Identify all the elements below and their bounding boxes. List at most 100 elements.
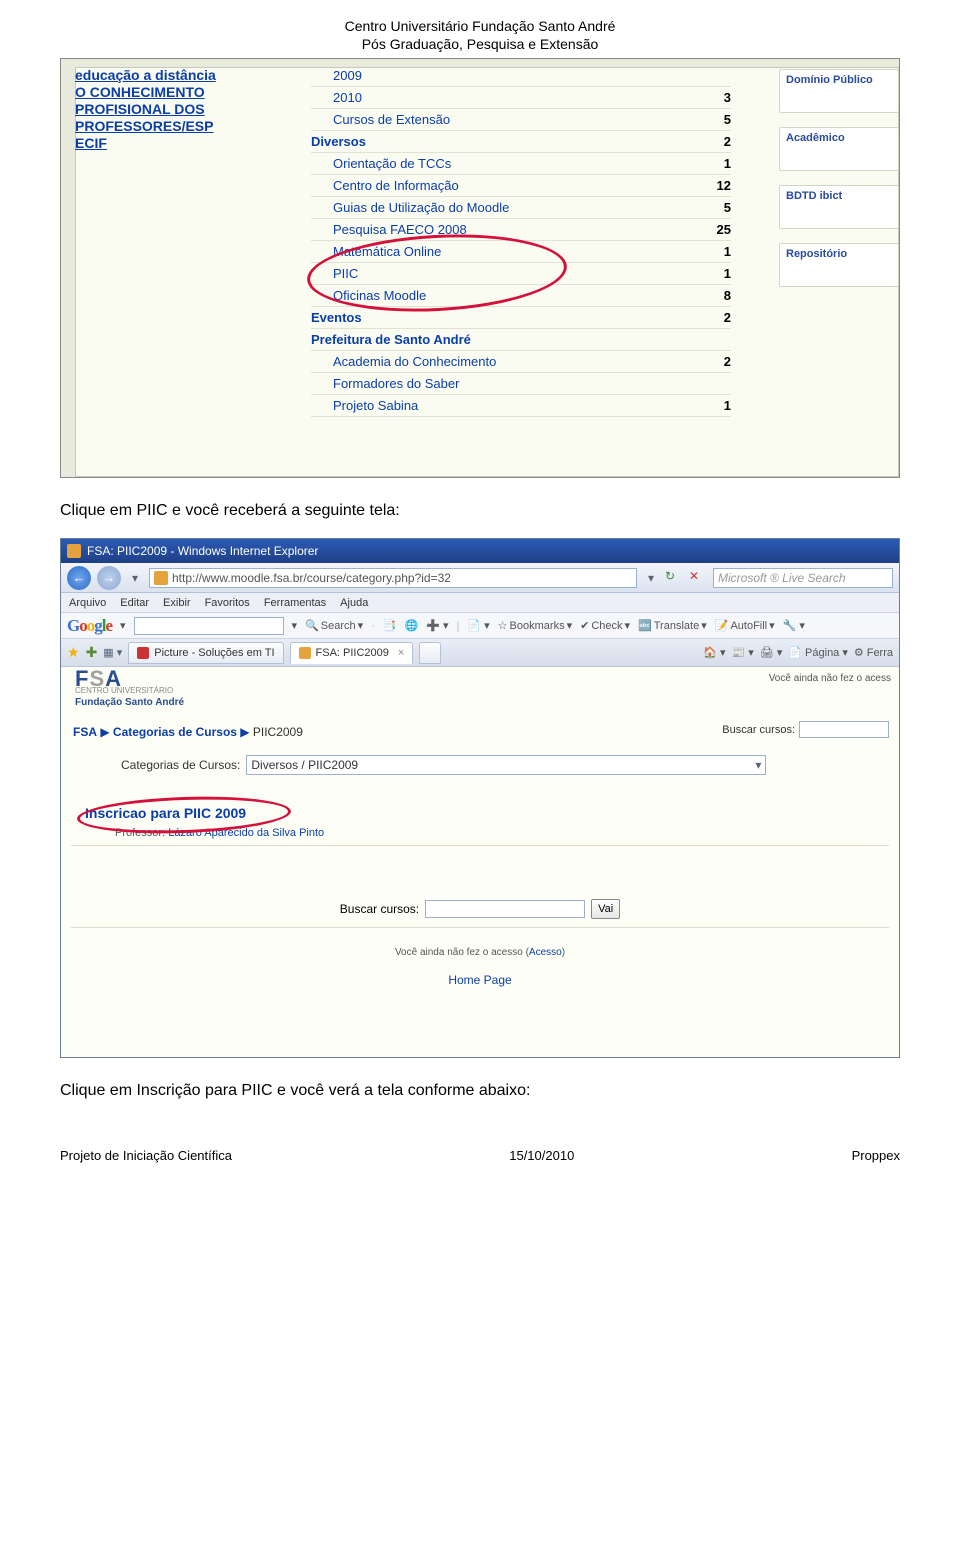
google-check-button[interactable]: ✔ Check ▾ — [580, 618, 630, 633]
category-row[interactable]: 2009 — [311, 65, 731, 87]
acesso-link[interactable]: Acesso — [529, 947, 562, 958]
category-label: 2010 — [333, 90, 362, 105]
category-row[interactable]: PIIC1 — [311, 263, 731, 285]
google-news-button[interactable]: 🌐 — [405, 618, 419, 633]
quick-tabs-icon[interactable]: ▦ ▾ — [103, 646, 122, 659]
tab1-label: Picture - Soluções em TI — [154, 647, 274, 659]
badge-repositorio[interactable]: Repositório — [779, 243, 899, 287]
buscar-label: Buscar cursos: — [722, 724, 795, 736]
favorites-star-icon[interactable]: ★ — [67, 644, 80, 661]
badge-bdtd-ibict[interactable]: BDTD ibict — [779, 185, 899, 229]
category-row[interactable]: Centro de Informação12 — [311, 175, 731, 197]
category-row[interactable]: Diversos2 — [311, 131, 731, 153]
feeds-icon[interactable]: 📰 ▾ — [732, 646, 754, 659]
stop-icon[interactable]: ✕ — [689, 569, 707, 587]
logo-sub1: CENTRO UNIVERSITÁRIO — [75, 685, 184, 697]
footer-center: 15/10/2010 — [509, 1148, 574, 1163]
print-icon[interactable]: 🖨 ▾ — [760, 646, 783, 659]
home-icon[interactable]: 🏠 ▾ — [703, 646, 725, 659]
buscar-input-mid[interactable] — [425, 900, 585, 918]
google-signin-button[interactable]: 🔧 ▾ — [783, 618, 805, 633]
window-title: FSA: PIIC2009 - Windows Internet Explore… — [87, 544, 318, 558]
menu-favoritos[interactable]: Favoritos — [205, 597, 250, 609]
tab2-favicon-icon — [299, 647, 311, 659]
tab-picture-solucoes[interactable]: Picture - Soluções em TI — [128, 642, 283, 664]
google-share-button[interactable]: 📑 — [383, 618, 397, 633]
back-button[interactable]: ← — [67, 566, 91, 590]
google-more-button[interactable]: ➕ ▾ — [426, 618, 448, 633]
gsearch-dropdown-icon[interactable]: ▾ — [292, 619, 298, 632]
google-search-input[interactable] — [134, 617, 284, 635]
category-row[interactable]: Eventos2 — [311, 307, 731, 329]
google-search-button[interactable]: 🔍 Search ▾ — [305, 618, 363, 633]
category-row[interactable]: Guias de Utilização do Moodle5 — [311, 197, 731, 219]
category-row[interactable]: Academia do Conhecimento2 — [311, 351, 731, 373]
menu-arquivo[interactable]: Arquivo — [69, 597, 106, 609]
url-dropdown-icon[interactable]: ▾ — [643, 571, 659, 585]
refresh-icon[interactable]: ↻ — [665, 569, 683, 587]
buscar-input-top[interactable] — [799, 721, 889, 738]
category-count: 12 — [697, 178, 731, 193]
menu-ajuda[interactable]: Ajuda — [340, 597, 368, 609]
category-row[interactable]: Orientação de TCCs1 — [311, 153, 731, 175]
add-favorite-icon[interactable]: ✚ — [86, 644, 98, 661]
category-row[interactable]: Formadores do Saber — [311, 373, 731, 395]
course-category-list: 200920103Cursos de Extensão5Diversos2Ori… — [311, 65, 731, 417]
crumb-categorias[interactable]: Categorias de Cursos — [113, 725, 237, 739]
menu-exibir[interactable]: Exibir — [163, 597, 191, 609]
fsa-logo-icon: FSA — [75, 673, 184, 685]
sidebar-fragment: educação a distância O CONHECIMENTO PROF… — [75, 67, 261, 152]
tab-close-icon[interactable]: × — [398, 647, 404, 659]
category-row[interactable]: Matemática Online1 — [311, 241, 731, 263]
category-row[interactable]: Prefeitura de Santo André — [311, 329, 731, 351]
forward-button[interactable]: → — [97, 566, 121, 590]
badge-dominio-publico[interactable]: Domínio Público — [779, 69, 899, 113]
professor-line: Professor: Lázaro Aparecido da Silva Pin… — [115, 827, 324, 839]
instruction-text-1: Clique em PIIC e você receberá a seguint… — [0, 478, 960, 538]
new-tab-button[interactable] — [419, 642, 441, 664]
google-sidewiki-button[interactable]: 📄 ▾ — [467, 618, 489, 633]
vai-button[interactable]: Vai — [591, 899, 620, 919]
browser-menubar: Arquivo Editar Exibir Favoritos Ferramen… — [61, 593, 899, 613]
crumb-fsa[interactable]: FSA — [73, 725, 97, 739]
professor-name-link[interactable]: Lázaro Aparecido da Silva Pinto — [168, 827, 324, 839]
google-dropdown-icon[interactable]: ▾ — [120, 619, 126, 632]
badge-academico-google[interactable]: Acadêmico — [779, 127, 899, 171]
side-l1: O CONHECIMENTO — [75, 84, 261, 101]
page-menu[interactable]: 📄 Página ▾ — [788, 646, 848, 659]
google-translate-button[interactable]: 🔤 Translate ▾ — [638, 618, 707, 633]
category-row[interactable]: Cursos de Extensão5 — [311, 109, 731, 131]
doc-header-line1: Centro Universitário Fundação Santo Andr… — [0, 18, 960, 34]
address-bar[interactable]: http://www.moodle.fsa.br/course/category… — [149, 568, 637, 588]
tab-fsa-piic2009[interactable]: FSA: PIIC2009 × — [290, 642, 414, 664]
tools-menu[interactable]: ⚙ Ferra — [854, 646, 893, 659]
divider — [71, 845, 889, 846]
url-text: http://www.moodle.fsa.br/course/category… — [172, 571, 451, 585]
breadcrumb: FSA ▶ Categorias de Cursos ▶ PIIC2009 — [73, 725, 303, 739]
screenshot-category-list: educação a distância O CONHECIMENTO PROF… — [60, 58, 900, 478]
google-bookmarks-button[interactable]: ☆ Bookmarks ▾ — [498, 618, 572, 633]
crumb-piic2009: PIIC2009 — [253, 725, 303, 739]
category-row[interactable]: Oficinas Moodle8 — [311, 285, 731, 307]
category-row[interactable]: Projeto Sabina1 — [311, 395, 731, 417]
external-links-column: Domínio Público Acadêmico BDTD ibict Rep… — [779, 69, 899, 287]
category-label: Projeto Sabina — [333, 398, 418, 413]
menu-editar[interactable]: Editar — [120, 597, 149, 609]
chevron-down-icon: ▾ — [755, 758, 761, 772]
browser-search-box[interactable]: Microsoft ® Live Search — [713, 568, 893, 588]
category-row[interactable]: Pesquisa FAECO 200825 — [311, 219, 731, 241]
home-page-link[interactable]: Home Page — [61, 973, 899, 987]
category-label: Oficinas Moodle — [333, 288, 426, 303]
google-logo-icon: Google — [67, 616, 112, 636]
screenshot-browser-piic2009: FSA: PIIC2009 - Windows Internet Explore… — [60, 538, 900, 1058]
page-content: Você ainda não fez o acess FSA CENTRO UN… — [61, 667, 899, 1057]
menu-ferramentas[interactable]: Ferramentas — [264, 597, 326, 609]
category-row[interactable]: 20103 — [311, 87, 731, 109]
category-select[interactable]: Diversos / PIIC2009 ▾ — [246, 755, 766, 775]
google-autofill-button[interactable]: 📝 AutoFill ▾ — [715, 618, 775, 633]
category-count: 5 — [697, 200, 731, 215]
doc-header-line2: Pós Graduação, Pesquisa e Extensão — [0, 36, 960, 52]
dropdown-icon[interactable]: ▾ — [127, 571, 143, 585]
login-notice-text: Você ainda não fez o acesso — [395, 947, 523, 958]
inscricao-link[interactable]: Inscricao para PIIC 2009 — [85, 805, 246, 821]
